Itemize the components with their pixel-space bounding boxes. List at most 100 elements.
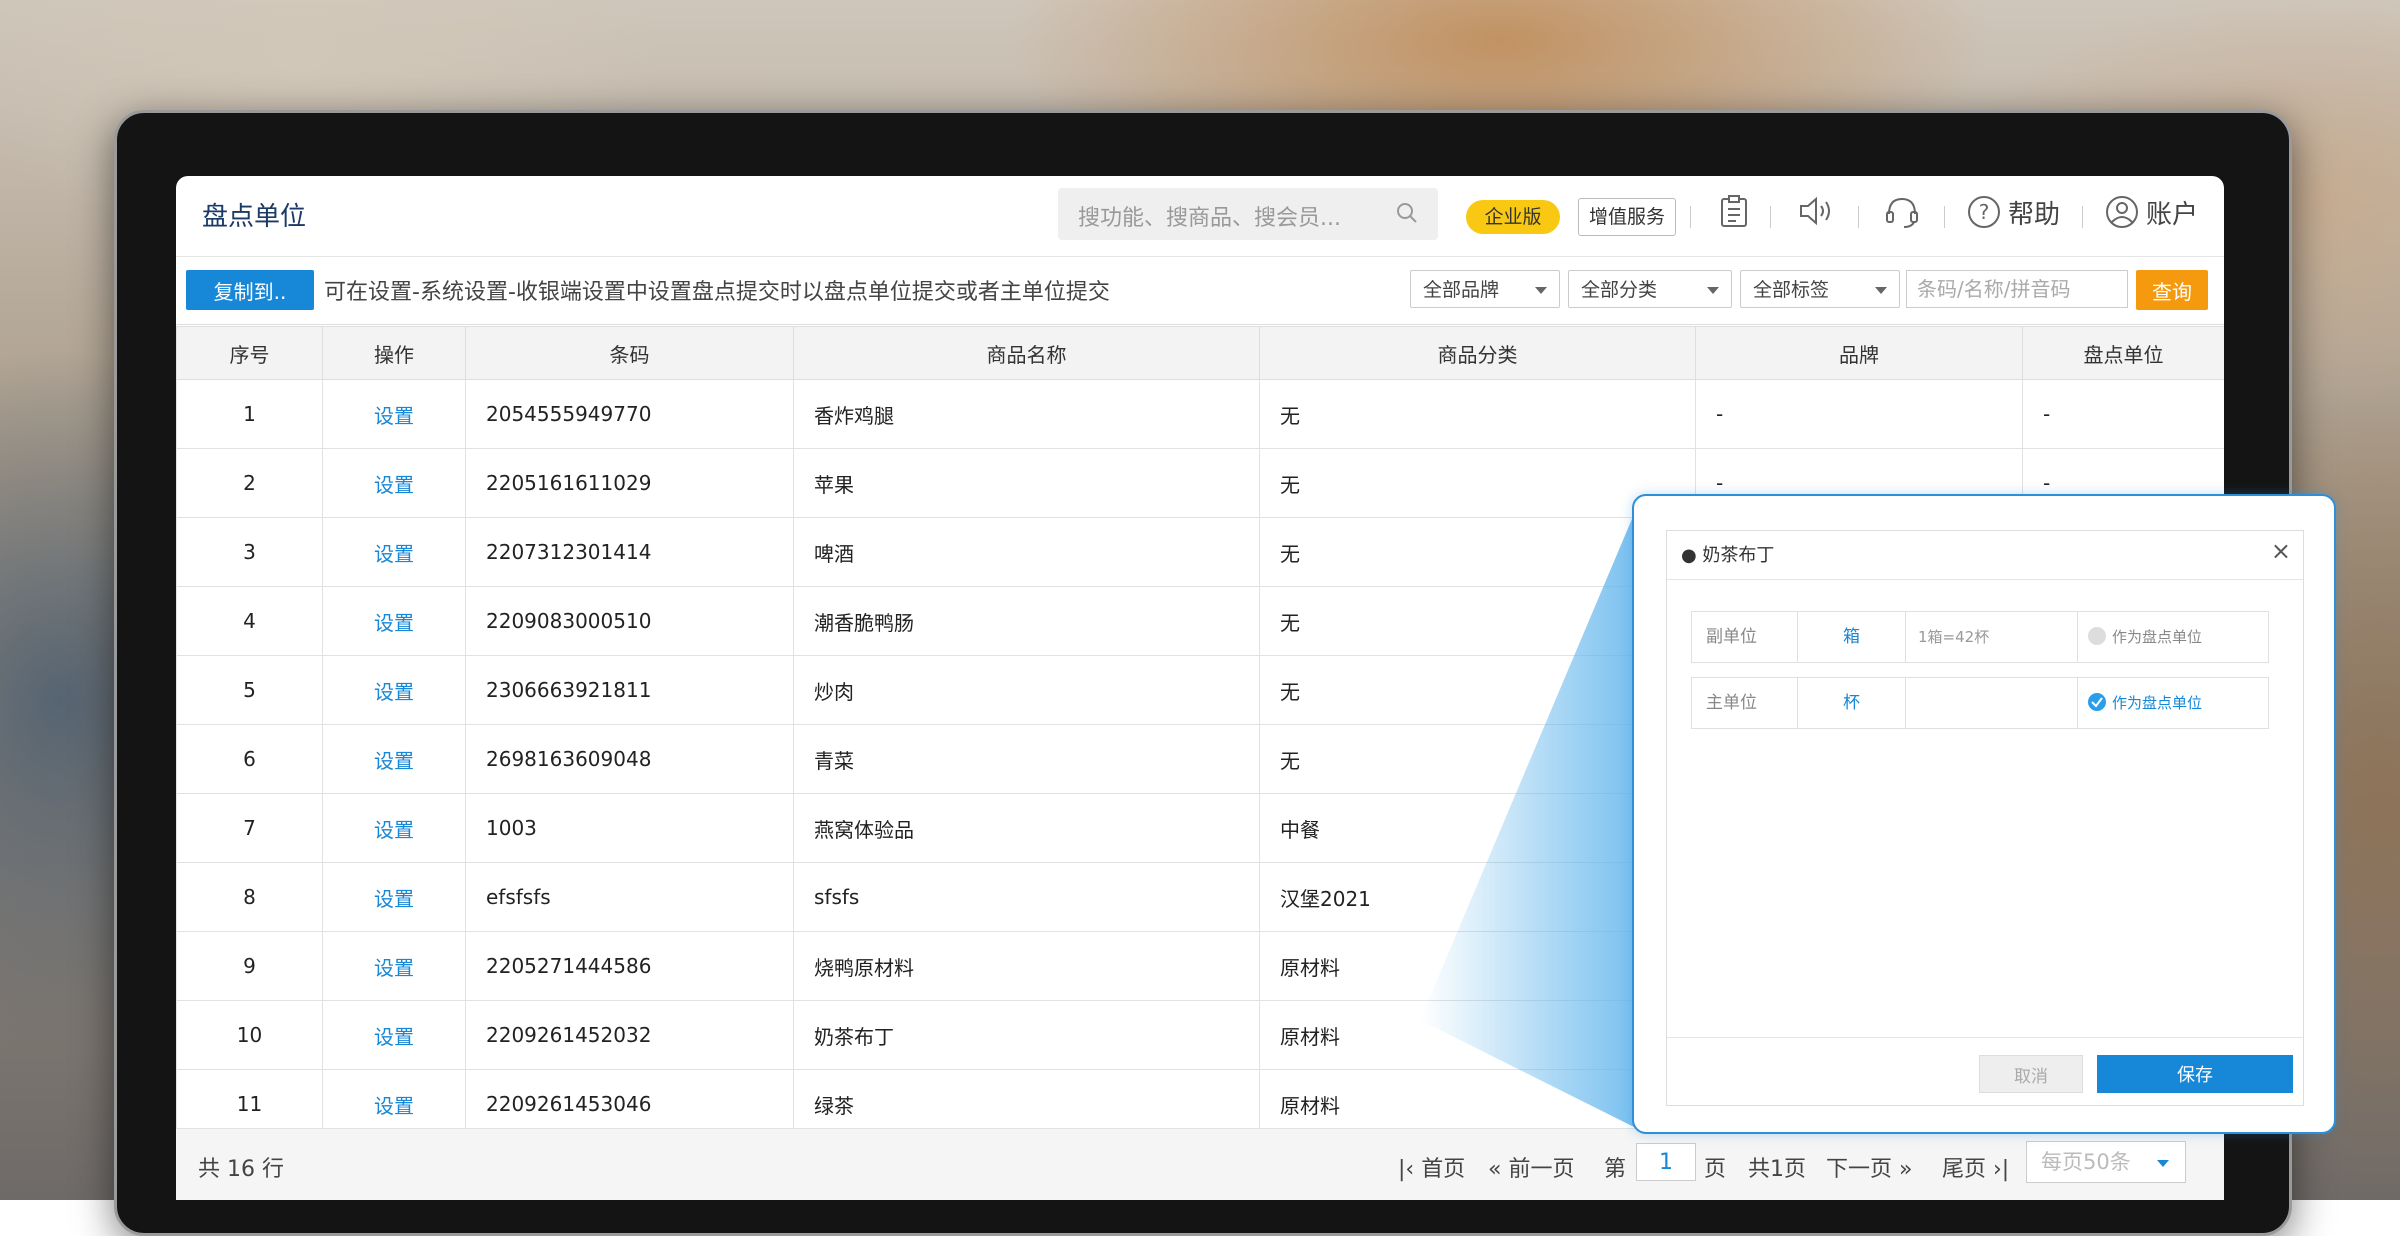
- category-cell: 无: [1280, 541, 1300, 566]
- save-button[interactable]: 保存: [2097, 1055, 2293, 1093]
- search-icon[interactable]: [1396, 202, 1418, 224]
- barcode-cell: 2207312301414: [486, 540, 652, 564]
- set-link[interactable]: 设置: [374, 542, 414, 566]
- set-link-container: 设置: [322, 586, 466, 656]
- divider: [1667, 1037, 2303, 1038]
- set-link[interactable]: 设置: [374, 749, 414, 773]
- barcode-cell-container: 2207312301414: [465, 517, 794, 587]
- option-label: 作为盘点单位: [2112, 694, 2203, 712]
- category-cell: 无: [1280, 472, 1300, 497]
- first-page-link[interactable]: |‹ 首页: [1398, 1151, 1465, 1183]
- radio-checked-icon[interactable]: [2088, 692, 2106, 711]
- product-name-cell-container: 奶茶布丁: [793, 1000, 1260, 1070]
- row-number: 3: [243, 540, 256, 564]
- row-number-container: 1: [176, 379, 323, 449]
- product-name-cell-container: 潮香脆鸭肠: [793, 586, 1260, 656]
- speaker-icon[interactable]: [1798, 194, 1836, 228]
- help-link[interactable]: 帮助: [2008, 194, 2060, 231]
- brand-cell: -: [1716, 402, 1724, 426]
- last-page-link[interactable]: 尾页 ›|: [1942, 1151, 2009, 1183]
- count-unit-cell-container: -: [2022, 379, 2224, 449]
- pagination-bar: 共 16 行 |‹ 首页 « 前一页 第 页 共1页 下一页 » 尾页 ›| 每…: [176, 1128, 2224, 1200]
- per-page-select[interactable]: 每页50条: [2026, 1141, 2186, 1183]
- barcode-cell: 2209261452032: [486, 1023, 652, 1047]
- row-number-container: 6: [176, 724, 323, 794]
- global-search-box[interactable]: 搜功能、搜商品、搜会员...: [1058, 188, 1438, 240]
- tag-filter-dropdown[interactable]: 全部标签: [1740, 270, 1900, 308]
- top-header: 盘点单位 搜功能、搜商品、搜会员... 企业版 增值服务 ? 帮助 账户: [176, 176, 2224, 257]
- value-added-services-button[interactable]: 增值服务: [1578, 198, 1676, 236]
- unit-ratio: 1箱=42杯: [1906, 612, 2078, 662]
- product-name-cell: 啤酒: [814, 541, 854, 566]
- category-filter-value: 全部分类: [1581, 279, 1658, 301]
- set-link[interactable]: 设置: [374, 1094, 414, 1118]
- set-link-container: 设置: [322, 862, 466, 932]
- divider: [1667, 579, 2303, 580]
- brand-filter-value: 全部品牌: [1423, 279, 1500, 301]
- page-title: 盘点单位: [202, 202, 307, 232]
- category-cell-container: 无: [1259, 724, 1696, 794]
- set-link[interactable]: 设置: [374, 404, 414, 428]
- tag-filter-value: 全部标签: [1753, 279, 1830, 301]
- user-icon[interactable]: [2104, 194, 2140, 230]
- category-cell-container: 无: [1259, 448, 1696, 518]
- set-link[interactable]: 设置: [374, 956, 414, 980]
- product-name-cell-container: 青菜: [793, 724, 1260, 794]
- divider: [1770, 206, 1771, 228]
- set-link[interactable]: 设置: [374, 473, 414, 497]
- account-link[interactable]: 账户: [2146, 194, 2198, 231]
- cancel-button[interactable]: 取消: [1979, 1055, 2083, 1093]
- product-name-cell-container: 苹果: [793, 448, 1260, 518]
- copy-to-button[interactable]: 复制到..: [186, 270, 314, 310]
- set-link[interactable]: 设置: [374, 887, 414, 911]
- chevron-down-icon: [1875, 287, 1887, 294]
- set-as-count-unit-option[interactable]: 作为盘点单位: [2078, 678, 2268, 728]
- enterprise-badge[interactable]: 企业版: [1466, 200, 1560, 234]
- set-link[interactable]: 设置: [374, 1025, 414, 1049]
- row-number-container: 10: [176, 1000, 323, 1070]
- headset-icon[interactable]: [1884, 194, 1920, 230]
- clipboard-icon[interactable]: [1720, 194, 1748, 228]
- close-icon[interactable]: ×: [2271, 537, 2291, 565]
- column-header-action: 操作: [322, 326, 466, 380]
- page-number-input[interactable]: [1636, 1143, 1696, 1181]
- set-link-container: 设置: [322, 517, 466, 587]
- unit-type-label: 副单位: [1692, 612, 1798, 662]
- search-placeholder: 搜功能、搜商品、搜会员...: [1078, 206, 1341, 231]
- product-name-cell: 燕窝体验品: [814, 817, 914, 842]
- row-number: 4: [243, 609, 256, 633]
- table-row: 1 设置 2054555949770 香炸鸡腿 无 - -: [176, 379, 2224, 449]
- page-count: 共1页: [1748, 1157, 1806, 1182]
- product-name-cell: 奶茶布丁: [814, 1024, 894, 1049]
- svg-text:?: ?: [1979, 200, 1990, 224]
- product-name-cell: 炒肉: [814, 679, 854, 704]
- help-icon[interactable]: ?: [1966, 194, 2002, 230]
- unit-ratio: [1906, 678, 2078, 728]
- barcode-cell-container: 2205161611029: [465, 448, 794, 518]
- next-page-link[interactable]: 下一页 »: [1826, 1151, 1912, 1183]
- prev-page-link[interactable]: « 前一页: [1488, 1151, 1574, 1183]
- barcode-cell-container: 2698163609048: [465, 724, 794, 794]
- barcode-cell-container: 2306663921811: [465, 655, 794, 725]
- set-link-container: 设置: [322, 1000, 466, 1070]
- barcode-search-input[interactable]: [1906, 270, 2128, 308]
- page-prefix: 第: [1604, 1157, 1627, 1182]
- radio-unchecked-icon[interactable]: [2088, 626, 2106, 645]
- barcode-cell: 2209261453046: [486, 1092, 652, 1116]
- set-as-count-unit-option[interactable]: 作为盘点单位: [2078, 612, 2268, 662]
- set-link[interactable]: 设置: [374, 611, 414, 635]
- category-cell: 原材料: [1280, 955, 1340, 980]
- barcode-cell-container: 2209083000510: [465, 586, 794, 656]
- next-page-label: 下一页: [1826, 1157, 1893, 1182]
- query-button[interactable]: 查询: [2136, 270, 2208, 310]
- set-link[interactable]: 设置: [374, 680, 414, 704]
- barcode-cell-container: 2205271444586: [465, 931, 794, 1001]
- count-unit-dialog: ● 奶茶布丁 × 副单位 箱 1箱=42杯 作为盘点单位 主单位 杯 作为盘点单…: [1666, 530, 2304, 1106]
- row-number: 1: [243, 402, 256, 426]
- product-name-cell-container: 香炸鸡腿: [793, 379, 1260, 449]
- product-name-cell: 香炸鸡腿: [814, 403, 894, 428]
- brand-filter-dropdown[interactable]: 全部品牌: [1410, 270, 1560, 308]
- row-number-container: 2: [176, 448, 323, 518]
- set-link[interactable]: 设置: [374, 818, 414, 842]
- category-filter-dropdown[interactable]: 全部分类: [1568, 270, 1732, 308]
